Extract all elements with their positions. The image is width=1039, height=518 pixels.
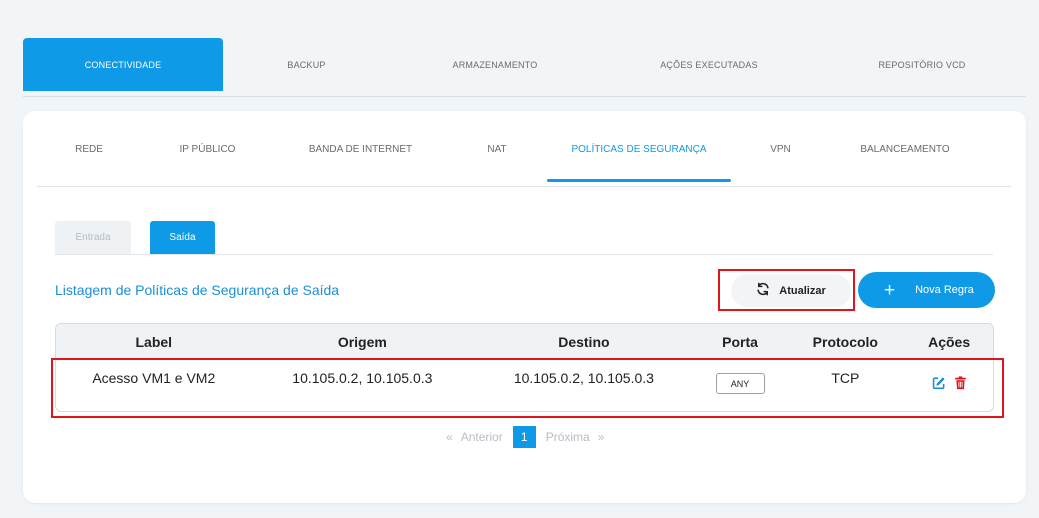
cell-origem: 10.105.0.2, 10.105.0.3: [292, 370, 433, 386]
list-title: Listagem de Políticas de Segurança de Sa…: [55, 282, 340, 298]
direction-tab-bar: Entrada Saída: [55, 221, 993, 255]
prev-symbol[interactable]: «: [446, 430, 453, 444]
tab-conectividade[interactable]: CONECTIVIDADE: [23, 38, 223, 91]
port-badge: ANY: [715, 373, 765, 394]
cell-protocolo: TCP: [831, 370, 860, 386]
prev-page-button[interactable]: Anterior: [461, 430, 503, 444]
table-row: Acesso VM1 e VM2 10.105.0.2, 10.105.0.3 …: [56, 360, 993, 411]
cell-porta: ANY: [695, 370, 786, 394]
sub-tab-ip-publico[interactable]: IP PÚBLICO: [141, 111, 274, 187]
next-symbol[interactable]: »: [598, 430, 605, 444]
sub-tab-banda-internet[interactable]: BANDA DE INTERNET: [274, 111, 447, 187]
sub-tab-politicas-seguranca[interactable]: POLÍTICAS DE SEGURANÇA: [547, 111, 731, 187]
header-origem: Origem: [337, 334, 387, 350]
header-porta: Porta: [722, 334, 758, 350]
tab-backup[interactable]: BACKUP: [223, 38, 390, 91]
sub-tab-nat[interactable]: NAT: [447, 111, 547, 187]
security-policy-table: Label Origem Destino Porta Protocolo Açõ…: [55, 323, 994, 412]
tab-repositorio-vcd[interactable]: REPOSITÓRIO VCD: [818, 38, 1026, 91]
tab-entrada[interactable]: Entrada: [55, 221, 131, 254]
tab-saida[interactable]: Saída: [150, 221, 215, 254]
header-acoes: Ações: [928, 334, 971, 350]
sub-tab-vpn[interactable]: VPN: [731, 111, 830, 187]
pagination: « Anterior 1 Próxima »: [438, 426, 612, 448]
page-1-button[interactable]: 1: [512, 426, 536, 448]
cell-label: Acesso VM1 e VM2: [92, 370, 216, 386]
header-destino: Destino: [558, 334, 610, 350]
tab-armazenamento[interactable]: ARMAZENAMENTO: [390, 38, 600, 91]
top-tab-bar: CONECTIVIDADE BACKUP ARMAZENAMENTO AÇÕES…: [23, 38, 1026, 91]
refresh-button-label: Atualizar: [779, 284, 826, 297]
plus-icon: +: [884, 279, 896, 301]
sub-tab-bar: REDE IP PÚBLICO BANDA DE INTERNET NAT PO…: [37, 111, 1011, 187]
header-label: Label: [135, 334, 173, 350]
cell-destino: 10.105.0.2, 10.105.0.3: [513, 370, 654, 386]
table-header: Label Origem Destino Porta Protocolo Açõ…: [56, 324, 993, 360]
sub-tab-rede[interactable]: REDE: [37, 111, 141, 187]
trash-icon[interactable]: [954, 376, 967, 395]
cell-acoes: [905, 376, 993, 395]
sub-tab-balanceamento[interactable]: BALANCEAMENTO: [830, 111, 980, 187]
top-divider: [23, 96, 1026, 97]
add-rule-button-label: Nova Regra: [915, 284, 974, 296]
tab-acoes-executadas[interactable]: AÇÕES EXECUTADAS: [600, 38, 818, 91]
add-rule-button[interactable]: + Nova Regra: [858, 272, 995, 308]
refresh-icon: [756, 282, 770, 299]
refresh-button[interactable]: Atualizar: [731, 274, 851, 307]
next-page-button[interactable]: Próxima: [546, 430, 590, 444]
edit-icon[interactable]: [932, 376, 946, 395]
content-card: REDE IP PÚBLICO BANDA DE INTERNET NAT PO…: [23, 111, 1026, 503]
header-protocolo: Protocolo: [812, 334, 878, 350]
